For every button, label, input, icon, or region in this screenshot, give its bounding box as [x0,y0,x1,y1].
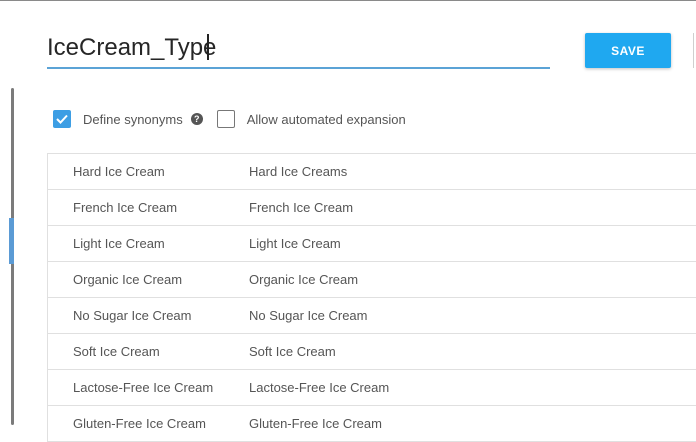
reference-value[interactable]: Lactose-Free Ice Cream [73,380,213,395]
table-row[interactable]: Organic Ice Cream Organic Ice Cream [48,262,696,298]
reference-value[interactable]: Gluten-Free Ice Cream [73,416,206,431]
check-icon [56,114,68,124]
save-button[interactable]: SAVE [585,33,671,68]
text-cursor [207,34,209,60]
table-row[interactable]: Lactose-Free Ice Cream Lactose-Free Ice … [48,370,696,406]
synonyms-table: Hard Ice Cream Hard Ice Creams French Ic… [47,153,696,442]
reference-value[interactable]: Organic Ice Cream [73,272,182,287]
entity-name-row [47,30,550,69]
synonym-value[interactable]: Hard Ice Creams [249,164,347,179]
table-row[interactable]: Soft Ice Cream Soft Ice Cream [48,334,696,370]
synonym-value[interactable]: Lactose-Free Ice Cream [249,380,389,395]
allow-expansion-checkbox[interactable] [216,110,235,128]
reference-value[interactable]: French Ice Cream [73,200,177,215]
synonym-value[interactable]: Organic Ice Cream [249,272,358,287]
synonym-value[interactable]: Gluten-Free Ice Cream [249,416,382,431]
reference-value[interactable]: Soft Ice Cream [73,344,160,359]
table-row[interactable]: French Ice Cream French Ice Cream [48,190,696,226]
allow-expansion-label: Allow automated expansion [246,111,406,127]
define-synonyms-label: Define synonyms [83,111,183,127]
reference-value[interactable]: No Sugar Ice Cream [73,308,192,323]
top-divider [0,0,696,1]
synonym-value[interactable]: No Sugar Ice Cream [249,308,368,323]
entity-options: Define synonyms ? Allow automated expans… [53,108,406,130]
synonym-value[interactable]: French Ice Cream [249,200,353,215]
define-synonyms-checkbox[interactable] [53,110,71,128]
table-row[interactable]: Hard Ice Cream Hard Ice Creams [48,154,696,190]
synonym-value[interactable]: Light Ice Cream [249,236,341,251]
reference-value[interactable]: Light Ice Cream [73,236,165,251]
table-row[interactable]: No Sugar Ice Cream No Sugar Ice Cream [48,298,696,334]
reference-value[interactable]: Hard Ice Cream [73,164,165,179]
synonym-value[interactable]: Soft Ice Cream [249,344,336,359]
help-circle-icon[interactable]: ? [190,113,203,125]
entity-name-input[interactable] [47,30,550,69]
left-panel-tab[interactable] [9,218,14,264]
table-row[interactable]: Light Ice Cream Light Ice Cream [48,226,696,262]
